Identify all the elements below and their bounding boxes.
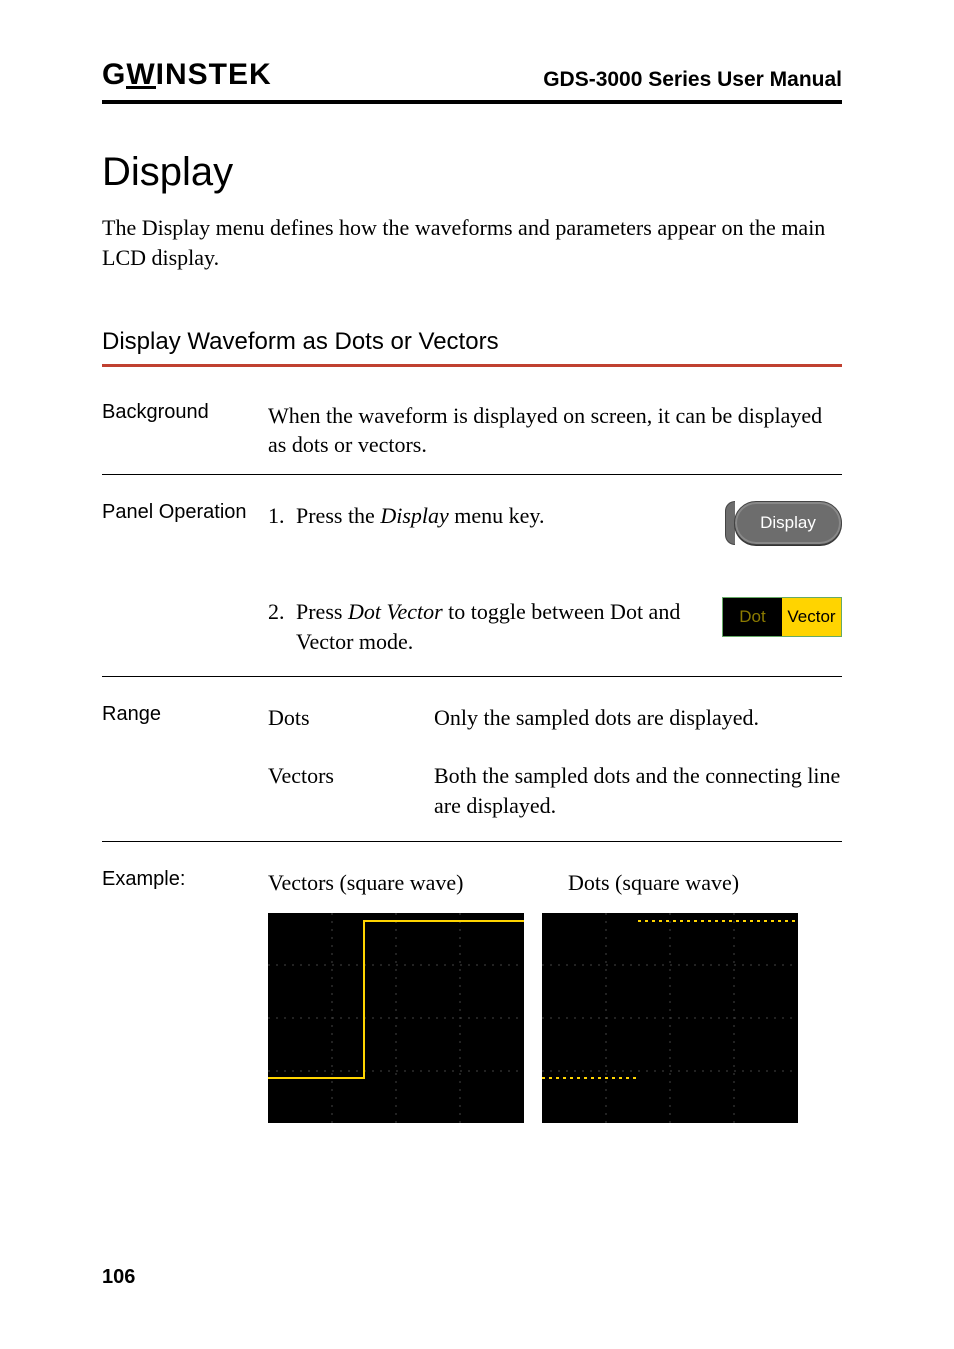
step-text: Press the Display menu key. bbox=[296, 501, 702, 531]
dot-vector-softkey[interactable]: Dot Vector bbox=[722, 597, 842, 637]
divider bbox=[102, 841, 842, 842]
range-term: Vectors bbox=[268, 761, 434, 820]
panel-operation-label: Panel Operation bbox=[102, 501, 268, 524]
range-label: Range bbox=[102, 703, 268, 726]
display-key[interactable]: Display bbox=[734, 501, 842, 545]
example-label: Example: bbox=[102, 868, 268, 891]
doc-title: GDS-3000 Series User Manual bbox=[543, 68, 842, 92]
background-text: When the waveform is displayed on screen… bbox=[268, 401, 842, 460]
softkey-vector: Vector bbox=[782, 598, 841, 636]
background-label: Background bbox=[102, 401, 268, 424]
accent-rule bbox=[102, 364, 842, 367]
subsection-title: Display Waveform as Dots or Vectors bbox=[102, 328, 842, 364]
scope-dots bbox=[542, 913, 798, 1123]
page-number: 106 bbox=[102, 1266, 135, 1289]
divider bbox=[102, 474, 842, 475]
example-caption-vectors: Vectors (square wave) bbox=[268, 868, 568, 898]
header-rule bbox=[102, 100, 842, 104]
section-intro: The Display menu defines how the wavefor… bbox=[102, 213, 842, 274]
section-title: Display bbox=[102, 150, 842, 195]
divider bbox=[102, 676, 842, 677]
step-num: 2. bbox=[268, 597, 296, 627]
brand-logo: GWINSTEK bbox=[102, 58, 272, 92]
step-text: Press Dot Vector to toggle between Dot a… bbox=[296, 597, 702, 656]
range-term: Dots bbox=[268, 703, 434, 733]
range-desc: Both the sampled dots and the connecting… bbox=[434, 761, 842, 820]
step-num: 1. bbox=[268, 501, 296, 531]
scope-vectors bbox=[268, 913, 524, 1123]
example-caption-dots: Dots (square wave) bbox=[568, 868, 739, 898]
softkey-dot: Dot bbox=[723, 598, 782, 636]
range-desc: Only the sampled dots are displayed. bbox=[434, 703, 842, 733]
